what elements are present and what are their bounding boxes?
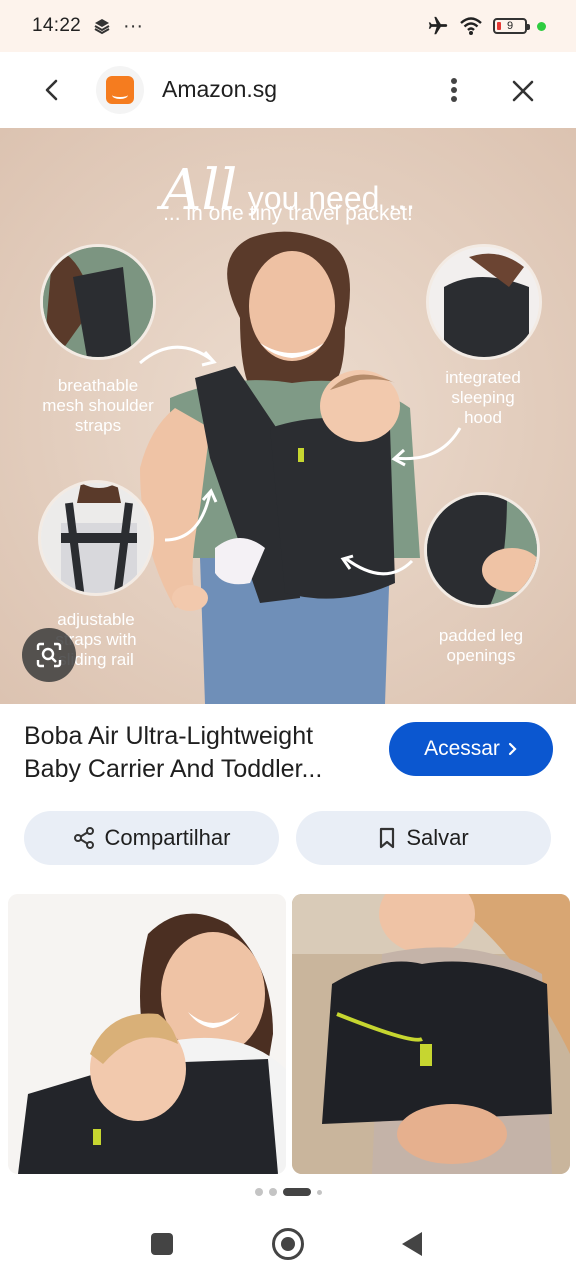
system-nav-bar <box>0 1200 576 1280</box>
home-button[interactable] <box>272 1228 304 1260</box>
chevron-right-icon <box>508 742 517 756</box>
visit-button[interactable]: Acessar <box>389 722 553 776</box>
more-options-button[interactable] <box>440 74 468 106</box>
caption-shoulder: breathable mesh shoulder straps <box>42 376 154 435</box>
page-dot-active <box>282 1188 311 1196</box>
battery-icon: 9 <box>493 18 530 34</box>
chevron-left-icon <box>45 79 58 101</box>
detail-leg-circle <box>424 492 540 608</box>
back-button[interactable] <box>36 74 68 106</box>
page-dot <box>316 1189 322 1195</box>
bookmark-icon <box>380 827 395 849</box>
app-bar: Amazon.sg <box>0 52 576 128</box>
more-vert-icon <box>451 78 457 102</box>
page-dot <box>268 1188 277 1196</box>
detail-straps-circle <box>38 480 154 596</box>
wifi-icon <box>459 16 483 36</box>
save-label: Salvar <box>406 825 469 850</box>
airplane-mode-icon <box>427 15 449 37</box>
detail-hood-circle <box>426 244 542 360</box>
hero-subheadline: ... in one tiny travel packet! <box>163 202 413 225</box>
visit-button-label: Acessar <box>424 737 500 760</box>
close-icon <box>512 80 534 102</box>
share-icon <box>73 827 94 849</box>
lens-search-button[interactable] <box>22 628 76 682</box>
site-title: Amazon.sg <box>162 76 278 102</box>
product-image[interactable]: All you need ... ... in one tiny travel … <box>0 128 576 704</box>
status-overflow: ··· <box>123 14 144 37</box>
save-button[interactable]: Salvar <box>296 811 551 865</box>
share-button[interactable]: Compartilhar <box>24 811 279 865</box>
related-image-2[interactable] <box>292 894 570 1174</box>
share-label: Compartilhar <box>104 825 231 850</box>
product-title-row: Boba Air Ultra-Lightweight Baby Carrier … <box>0 704 576 804</box>
detail-shoulder-circle <box>40 244 156 360</box>
related-image-1[interactable] <box>8 894 286 1174</box>
active-dot-icon <box>537 21 546 31</box>
battery-level: 9 <box>506 20 514 32</box>
lens-icon <box>36 642 62 668</box>
close-button[interactable] <box>506 74 540 108</box>
product-title[interactable]: Boba Air Ultra-Lightweight Baby Carrier … <box>24 720 374 786</box>
page-indicator <box>0 1188 576 1196</box>
app-notification-icon <box>93 17 111 35</box>
status-time: 14:22 <box>32 15 82 36</box>
recents-button[interactable] <box>151 1233 173 1255</box>
system-back-button[interactable] <box>402 1232 422 1256</box>
status-bar: 14:22 ··· 9 <box>0 0 576 52</box>
caption-hood: integrated sleeping hood <box>445 368 521 427</box>
caption-leg: padded leg openings <box>438 626 524 665</box>
amazon-icon <box>106 76 134 104</box>
page-dot <box>254 1188 263 1196</box>
site-logo <box>96 66 144 114</box>
